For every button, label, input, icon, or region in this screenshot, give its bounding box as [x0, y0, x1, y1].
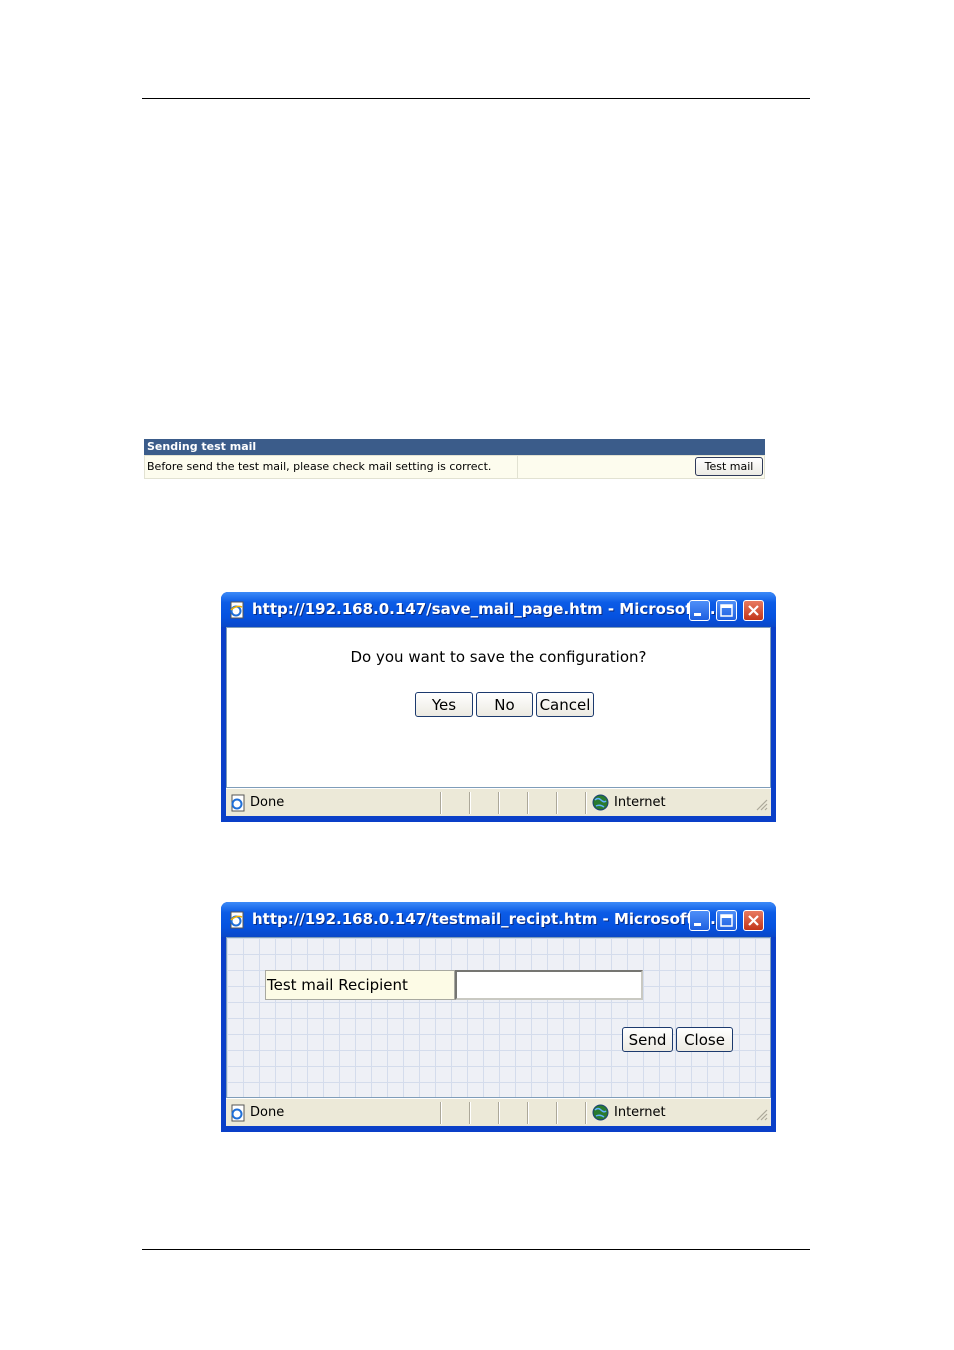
save-question: Do you want to save the configuration? [350, 648, 647, 666]
status-separator [469, 1102, 471, 1124]
close-button[interactable]: Close [676, 1027, 733, 1052]
status-separator [498, 792, 500, 814]
minimize-icon [694, 923, 701, 926]
globe-icon [592, 794, 609, 811]
status-separator [440, 792, 442, 814]
titlebar[interactable]: http://192.168.0.147/testmail_recipt.htm… [221, 902, 776, 937]
maximize-button[interactable] [716, 600, 737, 621]
status-separator [556, 1102, 558, 1124]
status-text: Done [250, 1105, 285, 1120]
save-config-window: http://192.168.0.147/save_mail_page.htm … [221, 592, 776, 822]
status-separator [585, 792, 587, 814]
status-separator [469, 792, 471, 814]
minimize-icon [694, 613, 701, 616]
test-mail-button[interactable]: Test mail [695, 457, 763, 476]
ie-page-icon [231, 1104, 245, 1122]
panel-description: Before send the test mail, please check … [147, 456, 518, 478]
resize-grip-icon[interactable] [754, 797, 768, 811]
sending-test-mail-panel: Sending test mail Before send the test m… [144, 437, 765, 480]
status-separator [556, 792, 558, 814]
ie-page-icon [230, 911, 244, 929]
dialog-content: Do you want to save the configuration? Y… [226, 627, 771, 788]
test-mail-recipient-window: http://192.168.0.147/testmail_recipt.htm… [221, 902, 776, 1132]
close-window-button[interactable] [743, 600, 764, 621]
status-separator [527, 1102, 529, 1124]
titlebar[interactable]: http://192.168.0.147/save_mail_page.htm … [221, 592, 776, 627]
bottom-rule [142, 1249, 810, 1250]
status-separator [527, 792, 529, 814]
panel-row: Before send the test mail, please check … [144, 455, 765, 479]
status-bar: Done Internet [226, 1098, 771, 1126]
window-title: http://192.168.0.147/save_mail_page.htm … [252, 600, 722, 618]
maximize-icon [720, 914, 733, 927]
recipient-label: Test mail Recipient [265, 970, 455, 1000]
cancel-button[interactable]: Cancel [536, 692, 594, 717]
close-window-button[interactable] [743, 910, 764, 931]
status-text: Done [250, 795, 285, 810]
close-icon [748, 605, 759, 616]
status-bar: Done Internet [226, 788, 771, 816]
yes-button[interactable]: Yes [415, 692, 473, 717]
status-separator [498, 1102, 500, 1124]
top-rule [142, 98, 810, 99]
maximize-button[interactable] [716, 910, 737, 931]
security-zone-text: Internet [614, 1105, 666, 1120]
ie-page-icon [231, 794, 245, 812]
no-button[interactable]: No [476, 692, 533, 717]
window-title: http://192.168.0.147/testmail_recipt.htm… [252, 910, 722, 928]
panel-header: Sending test mail [144, 439, 765, 455]
minimize-button[interactable] [689, 910, 710, 931]
security-zone-text: Internet [614, 795, 666, 810]
minimize-button[interactable] [689, 600, 710, 621]
ie-page-icon [230, 601, 244, 619]
maximize-icon [720, 604, 733, 617]
globe-icon [592, 1104, 609, 1121]
status-separator [585, 1102, 587, 1124]
status-separator [440, 1102, 442, 1124]
send-button[interactable]: Send [622, 1027, 673, 1052]
resize-grip-icon[interactable] [754, 1107, 768, 1121]
close-icon [748, 915, 759, 926]
recipient-input[interactable] [455, 970, 643, 1000]
dialog-content: Test mail Recipient Send Close [226, 937, 771, 1098]
